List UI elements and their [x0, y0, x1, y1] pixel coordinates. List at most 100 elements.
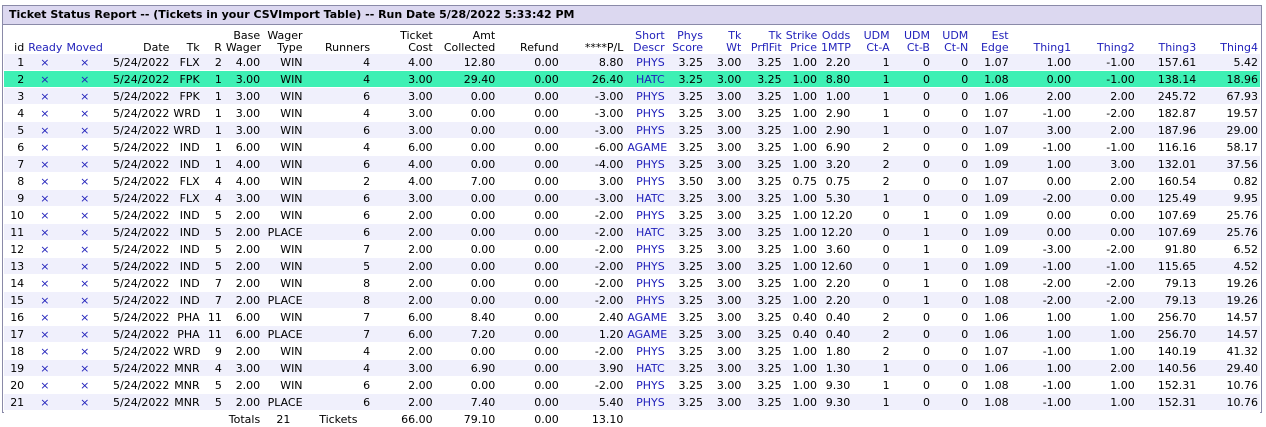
cell-amt_collected: 0.00 — [435, 275, 498, 292]
cell-runners: 4 — [305, 71, 373, 88]
table-row[interactable]: 15××5/24/2022IND72.00PLACE82.000.000.00-… — [4, 292, 1260, 309]
cell-tk_prflfit: 3.25 — [743, 343, 783, 360]
header-est_edge[interactable]: Edge — [970, 42, 1010, 54]
header-pl[interactable]: ****P/L — [561, 42, 626, 54]
cell-base_wager: 3.00 — [224, 88, 262, 105]
cell-thing1: 0.00 — [1011, 207, 1074, 224]
cell-strike_price: 1.00 — [784, 258, 819, 275]
cell-tk: IND — [171, 207, 201, 224]
cell-ready: × — [26, 377, 63, 394]
header-tk_prflfit[interactable]: PrflFit — [743, 42, 783, 54]
cell-id: 18 — [4, 343, 26, 360]
header-udm_ct_b[interactable]: Ct-B — [892, 42, 932, 54]
cell-strike_price: 1.00 — [784, 394, 819, 411]
cell-refund: 0.00 — [497, 105, 561, 122]
header-thing4[interactable]: Thing4 — [1198, 42, 1260, 54]
cell-date: 5/24/2022 — [106, 139, 172, 156]
header-runners[interactable]: Runners — [305, 42, 373, 54]
table-row[interactable]: 4××5/24/2022WRD13.00WIN43.000.000.00-3.0… — [4, 105, 1260, 122]
table-row[interactable]: 11××5/24/2022IND52.00PLACE62.000.000.00-… — [4, 224, 1260, 241]
header-thing2[interactable]: Thing2 — [1073, 42, 1137, 54]
header-ready[interactable]: Ready — [26, 42, 63, 54]
cell-thing3: 256.70 — [1137, 326, 1199, 343]
header-phys_score[interactable]: Score — [667, 42, 705, 54]
table-row[interactable]: 14××5/24/2022IND72.00WIN82.000.000.00-2.… — [4, 275, 1260, 292]
cell-thing4: 19.26 — [1198, 275, 1260, 292]
cell-ready: × — [26, 88, 63, 105]
table-row[interactable]: 20××5/24/2022MNR52.00WIN62.000.000.00-2.… — [4, 377, 1260, 394]
table-row[interactable]: 13××5/24/2022IND52.00WIN52.000.000.00-2.… — [4, 258, 1260, 275]
cell-refund: 0.00 — [497, 258, 561, 275]
cell-thing1: -2.00 — [1011, 275, 1074, 292]
header-amt_collected[interactable]: Collected — [435, 42, 498, 54]
header-short_descr[interactable]: Descr — [625, 42, 666, 54]
cell-r: 5 — [202, 224, 224, 241]
cell-ready: × — [26, 71, 63, 88]
table-row[interactable]: 21××5/24/2022MNR52.00PLACE62.007.400.005… — [4, 394, 1260, 411]
cell-udm_ct_b: 0 — [892, 343, 932, 360]
table-row[interactable]: 19××5/24/2022MNR43.00WIN43.006.900.003.9… — [4, 360, 1260, 377]
cell-wager_type: WIN — [262, 156, 304, 173]
cell-short_descr: HATC — [625, 360, 666, 377]
table-row[interactable]: 16××5/24/2022PHA116.00WIN76.008.400.002.… — [4, 309, 1260, 326]
cell-short_descr: AGAME — [625, 139, 666, 156]
header-tk_wt[interactable]: Wt — [705, 42, 743, 54]
cell-thing2: -2.00 — [1073, 105, 1137, 122]
cell-ticket_cost: 3.00 — [372, 360, 435, 377]
cell-tk: MNR — [171, 360, 201, 377]
cell-runners: 8 — [305, 292, 373, 309]
header-refund[interactable]: Refund — [497, 42, 561, 54]
cell-tk: WRD — [171, 122, 201, 139]
header-thing1[interactable]: Thing1 — [1011, 42, 1074, 54]
cell-phys_score: 3.25 — [667, 139, 705, 156]
cell-tk_prflfit: 3.25 — [743, 88, 783, 105]
cell-r: 7 — [202, 275, 224, 292]
table-row[interactable]: 18××5/24/2022WRD92.00WIN42.000.000.00-2.… — [4, 343, 1260, 360]
table-row[interactable]: 5××5/24/2022WRD13.00WIN63.000.000.00-3.0… — [4, 122, 1260, 139]
header-strike_price[interactable]: Price — [784, 42, 819, 54]
table-row[interactable]: 9××5/24/2022FLX43.00WIN63.000.000.00-3.0… — [4, 190, 1260, 207]
cell-thing1: 0.00 — [1011, 224, 1074, 241]
table-row[interactable]: 6××5/24/2022IND16.00WIN46.000.000.00-6.0… — [4, 139, 1260, 156]
cell-thing4: 41.32 — [1198, 343, 1260, 360]
table-row[interactable]: 12××5/24/2022IND52.00WIN72.000.000.00-2.… — [4, 241, 1260, 258]
cell-tk: FLX — [171, 173, 201, 190]
header-udm_ct_n[interactable]: Ct-N — [932, 42, 970, 54]
cell-udm_ct_a: 1 — [852, 394, 891, 411]
cell-thing3: 79.13 — [1137, 292, 1199, 309]
cell-amt_collected: 0.00 — [435, 190, 498, 207]
header-tk[interactable]: Tk — [171, 42, 201, 54]
cell-amt_collected: 29.40 — [435, 71, 498, 88]
cell-strike_price: 1.00 — [784, 241, 819, 258]
cell-thing4: 0.82 — [1198, 173, 1260, 190]
cell-date: 5/24/2022 — [106, 360, 172, 377]
cell-thing1: -1.00 — [1011, 105, 1074, 122]
header-date[interactable]: Date — [106, 42, 172, 54]
header-thing3[interactable]: Thing3 — [1137, 42, 1199, 54]
header-moved[interactable]: Moved — [64, 42, 106, 54]
cell-runners: 6 — [305, 394, 373, 411]
header-odds_1mtp[interactable]: 1MTP — [819, 42, 852, 54]
table-row[interactable]: 7××5/24/2022IND14.00WIN64.000.000.00-4.0… — [4, 156, 1260, 173]
table-row[interactable]: 3××5/24/2022FPK13.00WIN63.000.000.00-3.0… — [4, 88, 1260, 105]
table-row[interactable]: 10××5/24/2022IND52.00WIN62.000.000.00-2.… — [4, 207, 1260, 224]
header-udm_ct_a[interactable]: Ct-A — [852, 42, 891, 54]
table-row[interactable]: 1××5/24/2022FLX24.00WIN44.0012.800.008.8… — [4, 54, 1260, 71]
cell-runners: 6 — [305, 224, 373, 241]
cell-thing2: -1.00 — [1073, 54, 1137, 71]
cell-thing2: 1.00 — [1073, 394, 1137, 411]
header-base_wager[interactable]: Wager — [224, 42, 262, 54]
cell-strike_price: 1.00 — [784, 207, 819, 224]
header-ticket_cost[interactable]: Cost — [372, 42, 435, 54]
table-row[interactable]: 8××5/24/2022FLX44.00WIN24.007.000.003.00… — [4, 173, 1260, 190]
cell-wager_type: WIN — [262, 71, 304, 88]
header-r[interactable]: R — [202, 42, 224, 54]
header-wager_type[interactable]: Type — [262, 42, 304, 54]
cell-strike_price: 1.00 — [784, 122, 819, 139]
table-row[interactable]: 17××5/24/2022PHA116.00PLACE76.007.200.00… — [4, 326, 1260, 343]
table-row[interactable]: 2××5/24/2022FPK13.00WIN43.0029.400.0026.… — [4, 71, 1260, 88]
header-id[interactable]: id — [4, 42, 26, 54]
cell-pl: 3.00 — [561, 173, 626, 190]
cell-thing4: 37.56 — [1198, 156, 1260, 173]
cell-tk: IND — [171, 292, 201, 309]
